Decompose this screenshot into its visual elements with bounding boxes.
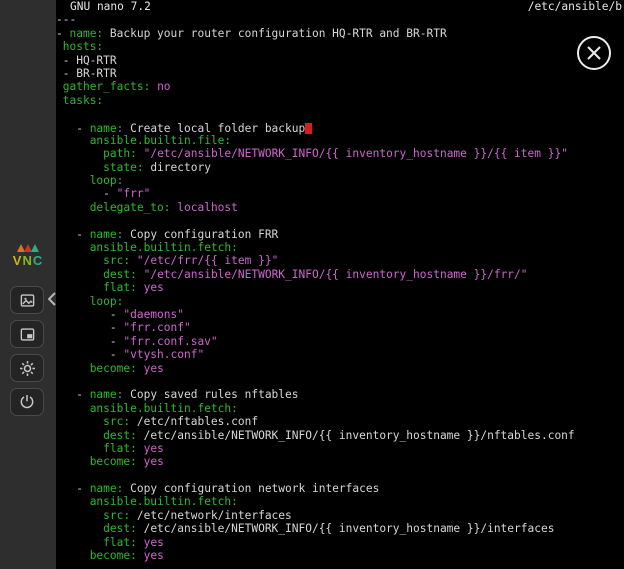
editor-line: - "daemons" [56, 308, 624, 321]
settings-button[interactable] [10, 354, 44, 382]
vnc-logo-flag-icon [17, 244, 39, 252]
editor-line: become: yes [56, 455, 624, 468]
editor-line: dest: "/etc/ansible/NETWORK_INFO/{{ inve… [56, 268, 624, 281]
fullscreen-icon [19, 327, 36, 342]
editor-line: - BR-RTR [56, 67, 624, 80]
logo-letter: V [13, 253, 23, 268]
editor-line [56, 469, 624, 482]
close-icon [587, 46, 601, 60]
power-icon [19, 394, 35, 410]
vnc-logo: VNC [0, 244, 56, 268]
editor-line: --- [56, 13, 624, 26]
screenshot-button[interactable] [10, 286, 44, 314]
editor-line: become: yes [56, 362, 624, 375]
editor-line: src: "/etc/frr/{{ item }}" [56, 254, 624, 267]
editor-line: - HQ-RTR [56, 54, 624, 67]
editor-line [56, 107, 624, 120]
editor-line: - name: Copy configuration network inter… [56, 482, 624, 495]
vnc-logo-text: VNC [0, 253, 56, 268]
editor-line: become: yes [56, 549, 624, 562]
editor-line: ansible.builtin.fetch: [56, 241, 624, 254]
logo-letter: N [22, 253, 32, 268]
editor-line: ansible.builtin.fetch: [56, 402, 624, 415]
gear-icon [19, 360, 36, 377]
editor-line: dest: /etc/ansible/NETWORK_INFO/{{ inven… [56, 522, 624, 535]
editor-line: - name: Backup your router configuration… [56, 27, 624, 40]
editor-line: delegate_to: localhost [56, 201, 624, 214]
editor-line: src: /etc/nftables.conf [56, 415, 624, 428]
text-cursor [305, 123, 312, 134]
nano-titlebar: GNU nano 7.2 /etc/ansible/b [56, 0, 624, 13]
editor-line: - "frr.conf.sav" [56, 335, 624, 348]
editor-line: loop: [56, 295, 624, 308]
editor-line: loop: [56, 174, 624, 187]
editor-line: ansible.builtin.fetch: [56, 495, 624, 508]
vnc-sidebar: VNC [0, 0, 56, 569]
editor-line: gather_facts: no [56, 80, 624, 93]
editor-line: state: directory [56, 161, 624, 174]
terminal[interactable]: GNU nano 7.2 /etc/ansible/b ---- name: B… [56, 0, 624, 569]
file-path: /etc/ansible/b [528, 0, 622, 13]
editor-line: - "frr.conf" [56, 321, 624, 334]
fullscreen-button[interactable] [10, 320, 44, 348]
editor-line: flat: yes [56, 536, 624, 549]
editor-line: flat: yes [56, 281, 624, 294]
editor-line: path: "/etc/ansible/NETWORK_INFO/{{ inve… [56, 147, 624, 160]
chevron-left-icon [48, 292, 56, 306]
editor-line: src: /etc/network/interfaces [56, 509, 624, 522]
editor-line: hosts: [56, 40, 624, 53]
editor-line: - "vtysh.conf" [56, 348, 624, 361]
image-icon [19, 293, 36, 308]
collapse-panel-chevron[interactable] [48, 291, 56, 307]
close-button[interactable] [577, 36, 611, 70]
editor-line: flat: yes [56, 442, 624, 455]
editor-line: tasks: [56, 94, 624, 107]
editor-line: - name: Create local folder backup [56, 121, 624, 134]
editor-line: - name: Copy configuration FRR [56, 228, 624, 241]
editor-line: dest: /etc/ansible/NETWORK_INFO/{{ inven… [56, 429, 624, 442]
editor-line [56, 375, 624, 388]
power-button[interactable] [10, 388, 44, 416]
logo-letter: C [33, 253, 43, 268]
editor-line [56, 214, 624, 227]
editor-line: - name: Copy saved rules nftables [56, 388, 624, 401]
editor-lines[interactable]: ---- name: Backup your router configurat… [56, 13, 624, 562]
editor-line: - "frr" [56, 187, 624, 200]
editor-line: ansible.builtin.file: [56, 134, 624, 147]
screen: VNC [0, 0, 624, 569]
nano-version: GNU nano 7.2 [70, 0, 151, 13]
